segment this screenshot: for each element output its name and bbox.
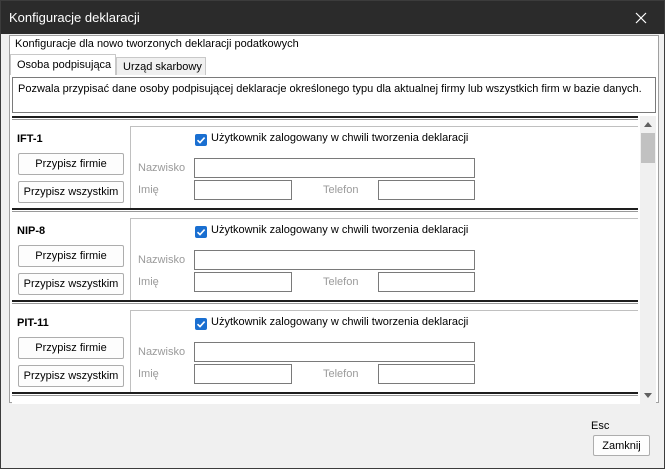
- dialog-window: Konfiguracje deklaracji Konfiguracje dla…: [0, 0, 665, 469]
- telefon-field[interactable]: [378, 364, 475, 384]
- description-box: Pozwala przypisać dane osoby podpisujące…: [12, 77, 656, 113]
- logged-user-checkbox-label: Użytkownik zalogowany w chwili tworzenia…: [211, 224, 469, 236]
- logged-user-checkbox-label: Użytkownik zalogowany w chwili tworzenia…: [211, 132, 469, 144]
- imie-label: Imię: [138, 276, 159, 288]
- signer-group: Użytkownik zalogowany w chwili tworzenia…: [130, 310, 638, 392]
- tab-osoba-podpisujaca[interactable]: Osoba podpisująca: [10, 54, 116, 75]
- assign-all-button[interactable]: Przypisz wszystkim: [18, 273, 124, 295]
- checkmark-icon: [196, 137, 206, 144]
- assign-company-button[interactable]: Przypisz firmie: [18, 337, 124, 359]
- imie-field[interactable]: [194, 364, 292, 384]
- zamknij-button[interactable]: Zamknij: [593, 435, 650, 456]
- declaration-name: PIT-11: [17, 317, 49, 329]
- esc-shortcut-label: Esc: [591, 420, 610, 432]
- logged-user-checkbox-label: Użytkownik zalogowany w chwili tworzenia…: [211, 316, 469, 328]
- declaration-row: IFT-1 Przypisz firmie Przypisz wszystkim…: [12, 120, 638, 208]
- imie-field[interactable]: [194, 272, 292, 292]
- nazwisko-field[interactable]: [194, 250, 475, 270]
- section-header: Konfiguracje dla nowo tworzonych deklara…: [15, 38, 299, 50]
- vertical-scrollbar[interactable]: [640, 116, 656, 404]
- arrow-up-icon: [644, 122, 652, 127]
- window-title: Konfiguracje deklaracji: [9, 10, 140, 25]
- telefon-label: Telefon: [323, 368, 359, 380]
- close-icon: [635, 12, 647, 23]
- arrow-down-icon: [644, 393, 652, 398]
- imie-label: Imię: [138, 368, 159, 380]
- nazwisko-field[interactable]: [194, 158, 475, 178]
- declaration-row: PIT-11 Przypisz firmie Przypisz wszystki…: [12, 304, 638, 392]
- checkmark-icon: [196, 321, 206, 328]
- scroll-down-button[interactable]: [640, 387, 656, 404]
- declaration-name: NIP-8: [17, 225, 46, 237]
- assign-all-button[interactable]: Przypisz wszystkim: [18, 181, 124, 203]
- separator: [12, 392, 638, 396]
- declaration-name: IFT-1: [17, 133, 43, 145]
- assign-company-button[interactable]: Przypisz firmie: [18, 245, 124, 267]
- signer-group: Użytkownik zalogowany w chwili tworzenia…: [130, 218, 638, 300]
- scroll-up-button[interactable]: [640, 116, 656, 133]
- close-button[interactable]: [618, 1, 664, 34]
- scroll-thumb[interactable]: [641, 133, 655, 163]
- tab-strip: Osoba podpisująca Urząd skarbowy: [10, 54, 658, 75]
- nazwisko-label: Nazwisko: [138, 254, 186, 266]
- checkmark-icon: [196, 229, 206, 236]
- telefon-label: Telefon: [323, 184, 359, 196]
- logged-user-checkbox[interactable]: [195, 318, 207, 330]
- logged-user-checkbox[interactable]: [195, 134, 207, 146]
- signer-group: Użytkownik zalogowany w chwili tworzenia…: [130, 126, 638, 208]
- telefon-field[interactable]: [378, 272, 475, 292]
- assign-company-button[interactable]: Przypisz firmie: [18, 153, 124, 175]
- telefon-field[interactable]: [378, 180, 475, 200]
- imie-label: Imię: [138, 184, 159, 196]
- imie-field[interactable]: [194, 180, 292, 200]
- title-bar[interactable]: Konfiguracje deklaracji: [1, 1, 664, 34]
- declaration-row: NIP-8 Przypisz firmie Przypisz wszystkim…: [12, 212, 638, 300]
- nazwisko-field[interactable]: [194, 342, 475, 362]
- tab-urzad-skarbowy[interactable]: Urząd skarbowy: [116, 57, 206, 75]
- nazwisko-label: Nazwisko: [138, 346, 186, 358]
- assign-all-button[interactable]: Przypisz wszystkim: [18, 365, 124, 387]
- telefon-label: Telefon: [323, 276, 359, 288]
- declarations-list[interactable]: IFT-1 Przypisz firmie Przypisz wszystkim…: [12, 116, 656, 404]
- logged-user-checkbox[interactable]: [195, 226, 207, 238]
- nazwisko-label: Nazwisko: [138, 162, 186, 174]
- client-area: Konfiguracje dla nowo tworzonych deklara…: [9, 35, 659, 404]
